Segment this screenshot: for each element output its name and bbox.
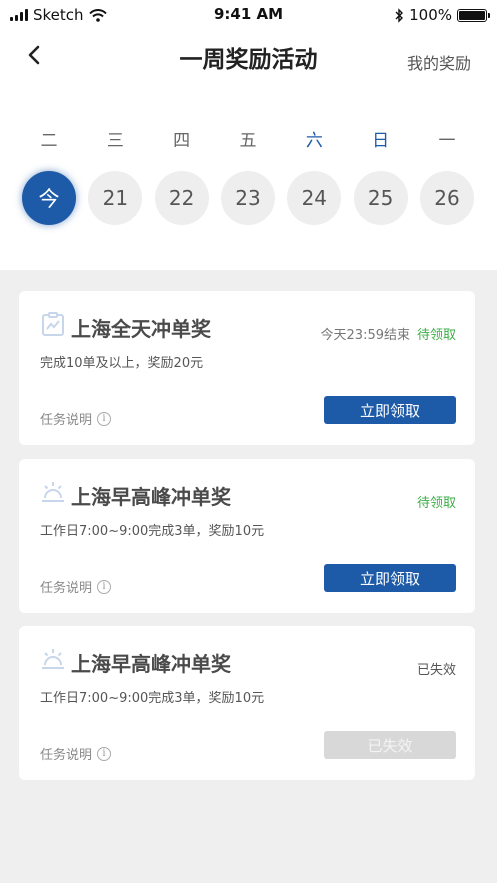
claim-button[interactable]: 立即领取 — [324, 396, 456, 424]
weekday-label: 三 — [106, 131, 124, 151]
status-bar: Sketch 9:41 AM 100% — [0, 0, 497, 30]
task-info-label: 任务说明 — [40, 748, 93, 763]
sunrise-icon — [42, 482, 64, 502]
weekday-label: 一 — [438, 131, 456, 151]
chart-clipboard-icon — [42, 312, 64, 336]
card-title: 上海全天冲单奖 — [71, 317, 211, 341]
info-icon: i — [97, 411, 112, 426]
date-item[interactable]: 24 — [287, 171, 342, 225]
weekday-label: 四 — [173, 131, 191, 151]
date-today[interactable]: 今 — [22, 171, 76, 225]
reward-card: 上海早高峰冲单奖 已失效 工作日7:00~9:00完成3单，奖励10元 任务说明… — [19, 626, 475, 780]
task-info-link[interactable]: 任务说明 i — [40, 409, 112, 428]
my-rewards-link[interactable]: 我的奖励 — [407, 50, 471, 74]
task-info-link[interactable]: 任务说明 i — [40, 577, 112, 596]
card-title: 上海早高峰冲单奖 — [71, 485, 231, 509]
bluetooth-icon — [395, 7, 404, 23]
date-item[interactable]: 26 — [419, 171, 474, 225]
reward-card: 上海全天冲单奖 今天23:59结束 待领取 完成10单及以上，奖励20元 任务说… — [19, 291, 475, 445]
card-status: 已失效 — [416, 663, 456, 678]
weekday-label: 五 — [239, 131, 257, 151]
card-status: 待领取 — [416, 328, 456, 343]
card-title: 上海早高峰冲单奖 — [71, 652, 231, 676]
weekday-label: 六 — [305, 131, 323, 151]
info-icon: i — [97, 746, 112, 761]
sunrise-icon — [42, 649, 64, 669]
task-info-label: 任务说明 — [40, 581, 93, 596]
reward-card: 上海早高峰冲单奖 待领取 工作日7:00~9:00完成3单，奖励10元 任务说明… — [19, 459, 475, 613]
card-description: 工作日7:00~9:00完成3单，奖励10元 — [40, 691, 265, 706]
card-description: 完成10单及以上，奖励20元 — [40, 356, 204, 371]
battery-percent: 100% — [409, 6, 452, 24]
expired-button: 已失效 — [324, 731, 456, 759]
info-icon: i — [97, 579, 112, 594]
card-deadline: 今天23:59结束 — [320, 328, 410, 343]
weekday-labels: 二 三 四 五 六 日 一 — [22, 126, 474, 151]
date-item[interactable]: 22 — [154, 171, 209, 225]
task-info-link[interactable]: 任务说明 i — [40, 744, 112, 763]
card-description: 工作日7:00~9:00完成3单，奖励10元 — [40, 524, 265, 539]
battery-icon — [457, 8, 490, 22]
weekday-label: 日 — [372, 131, 390, 151]
task-info-label: 任务说明 — [40, 413, 93, 428]
claim-button[interactable]: 立即领取 — [324, 564, 456, 592]
card-status: 待领取 — [416, 496, 456, 511]
date-item[interactable]: 23 — [220, 171, 275, 225]
date-item[interactable]: 21 — [88, 171, 143, 225]
weekday-label: 二 — [40, 131, 58, 151]
date-selector: 今 21 22 23 24 25 26 — [22, 171, 474, 225]
date-item[interactable]: 25 — [353, 171, 408, 225]
